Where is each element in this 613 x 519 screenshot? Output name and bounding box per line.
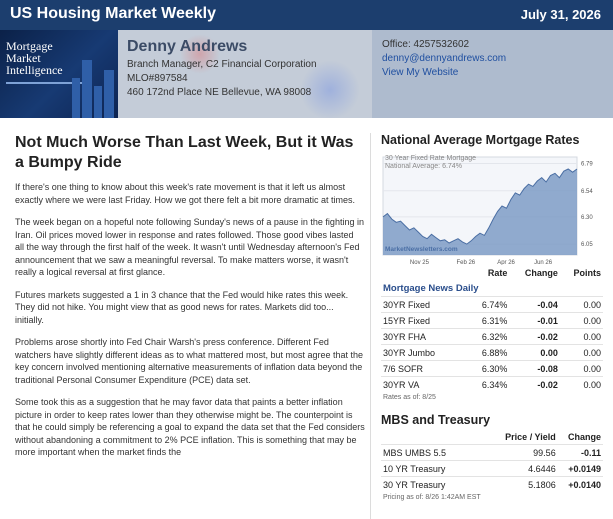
building-graphic	[104, 70, 114, 118]
rate-change: -0.02	[509, 328, 560, 345]
building-graphic	[72, 78, 80, 118]
mbs-label: 10 YR Treasury	[381, 460, 491, 477]
email-link[interactable]: denny@dennyandrews.com	[382, 53, 613, 64]
rate-label: 7/6 SOFR	[381, 360, 469, 377]
article-paragraph: The week began on a hopeful note followi…	[15, 217, 364, 277]
article: Not Much Worse Than Last Week, But it Wa…	[15, 133, 365, 469]
rates-table-header: Rate Change Points	[381, 265, 603, 280]
mbs-row: MBS UMBS 5.5 99.56 -0.11	[381, 444, 603, 461]
rate-change: -0.08	[509, 360, 560, 377]
office-phone: Office: 4257532602	[382, 39, 470, 50]
rate-change: -0.02	[509, 376, 560, 392]
x-tick-label: Feb 26	[456, 260, 475, 265]
mbs-table-header: Price / Yield Change	[381, 429, 603, 445]
rates-source-link[interactable]: Mortgage News Daily	[381, 280, 603, 297]
agent-info: Denny Andrews Branch Manager, C2 Financi…	[127, 38, 362, 98]
rate-label: 30YR VA	[381, 376, 469, 392]
building-graphic	[82, 60, 92, 118]
mbs-value: 99.56	[491, 444, 558, 461]
y-tick-label: 6.54	[581, 189, 593, 195]
rate-value: 6.34%	[469, 376, 510, 392]
mbs-change: +0.0149	[557, 460, 603, 477]
mbs-label: MBS UMBS 5.5	[381, 444, 491, 461]
top-bar: US Housing Market Weekly July 31, 2026	[0, 0, 613, 30]
rate-points: 0.00	[559, 296, 603, 313]
mbs-row: 10 YR Treasury 4.6446 +0.0149	[381, 460, 603, 477]
article-headline: Not Much Worse Than Last Week, But it Wa…	[15, 134, 354, 171]
rate-row: 30YR Jumbo 6.88% 0.00 0.00	[381, 344, 603, 361]
change-header: Change	[524, 268, 558, 278]
rate-value: 6.88%	[469, 344, 510, 361]
mbs-value: 5.1806	[491, 476, 558, 492]
rate-points: 0.00	[559, 328, 603, 345]
mbs-label: 30 YR Treasury	[381, 476, 491, 492]
rate-header: Rate	[487, 268, 508, 278]
article-paragraph: If there's one thing to know about this …	[15, 182, 355, 205]
issue-date: July 31, 2026	[520, 7, 601, 22]
x-tick-label: Apr 26	[497, 260, 515, 265]
chart-brand: MarketNewsletters.com	[385, 246, 458, 253]
rate-label: 30YR Jumbo	[381, 344, 469, 361]
rate-change: -0.01	[509, 312, 560, 329]
rate-change: -0.04	[509, 296, 560, 313]
rate-points: 0.00	[559, 344, 603, 361]
mbs-title: MBS and Treasury	[381, 413, 491, 427]
y-tick-label: 6.30	[581, 215, 593, 221]
rate-value: 6.74%	[469, 296, 510, 313]
rates-note: Rates as of: 8/25	[383, 394, 436, 401]
contact-panel: Office: 4257532602 denny@dennyandrews.co…	[372, 30, 613, 118]
rate-points: 0.00	[559, 376, 603, 392]
rate-row: 30YR VA 6.34% -0.02 0.00	[381, 376, 603, 392]
mbs-note: Pricing as of: 8/26 1:42AM EST	[383, 494, 481, 501]
newsletter-title: US Housing Market Weekly	[10, 5, 216, 22]
article-paragraph: Problems arose shortly into Fed Chair Wa…	[15, 337, 364, 385]
rate-row: 30YR Fixed 6.74% -0.04 0.00	[381, 296, 603, 313]
mortgage-market-intelligence-logo: Mortgage Market Intelligence	[0, 30, 118, 118]
mbs-change: +0.0140	[557, 476, 603, 492]
rate-label: 30YR FHA	[381, 328, 469, 345]
rate-row: 15YR Fixed 6.31% -0.01 0.00	[381, 312, 603, 329]
mbs-change-header: Change	[567, 432, 601, 442]
rates-sidebar: National Average Mortgage Rates 6.79 6.54…	[381, 133, 603, 503]
mortgage-rates-table: Rate Change Points Mortgage News Daily 3…	[381, 265, 603, 403]
rate-value: 6.30%	[469, 360, 510, 377]
x-tick-label: Nov 25	[410, 260, 430, 265]
price-yield-header: Price / Yield	[505, 432, 556, 442]
y-tick-label: 6.05	[581, 242, 593, 248]
agent-nmls: MLO#897584	[127, 73, 188, 84]
agent-name: Denny Andrews	[127, 38, 248, 55]
mbs-table-body: MBS UMBS 5.5 99.56 -0.11 10 YR Treasury 4.64…	[381, 444, 603, 492]
building-graphic	[94, 86, 102, 118]
column-divider	[370, 133, 371, 519]
mbs-value: 4.6446	[491, 460, 558, 477]
article-paragraph: Futures markets suggested a 1 in 3 chanc…	[15, 289, 349, 325]
rate-points: 0.00	[559, 360, 603, 377]
y-tick-label: 6.79	[581, 162, 593, 168]
website-link[interactable]: View My Website	[382, 67, 613, 78]
x-tick-label: Jun 26	[534, 260, 553, 265]
rate-points: 0.00	[559, 312, 603, 329]
rate-chart: 6.79 6.54 6.30 6.05 Nov 25 Feb 26 Apr 26 Jun 26…	[381, 153, 603, 265]
rates-title: National Average Mortgage Rates	[381, 133, 580, 147]
agent-address: 460 172nd Place NE Bellevue, WA 98008	[127, 87, 312, 98]
rate-row: 30YR FHA 6.32% -0.02 0.00	[381, 328, 603, 345]
mbs-change: -0.11	[557, 444, 603, 461]
rate-change: 0.00	[509, 344, 560, 361]
mbs-row: 30 YR Treasury 5.1806 +0.0140	[381, 476, 603, 492]
rates-table-body: 30YR Fixed 6.74% -0.04 0.00 15YR Fixed 6.31% -…	[381, 296, 603, 392]
article-paragraph: Some took this as a suggestion that he m…	[15, 397, 365, 457]
rate-row: 7/6 SOFR 6.30% -0.08 0.00	[381, 360, 603, 377]
agent-role: Branch Manager, C2 Financial Corporation	[127, 59, 317, 70]
points-header: Points	[573, 268, 601, 278]
rate-label: 30YR Fixed	[381, 296, 469, 313]
rate-value: 6.32%	[469, 328, 510, 345]
rate-label: 15YR Fixed	[381, 312, 469, 329]
chart-legend: 30 Year Fixed Rate Mortgage National Ave…	[385, 155, 477, 170]
mbs-table: Price / Yield Change MBS UMBS 5.5 99.56 -0…	[381, 429, 603, 503]
rate-value: 6.31%	[469, 312, 510, 329]
